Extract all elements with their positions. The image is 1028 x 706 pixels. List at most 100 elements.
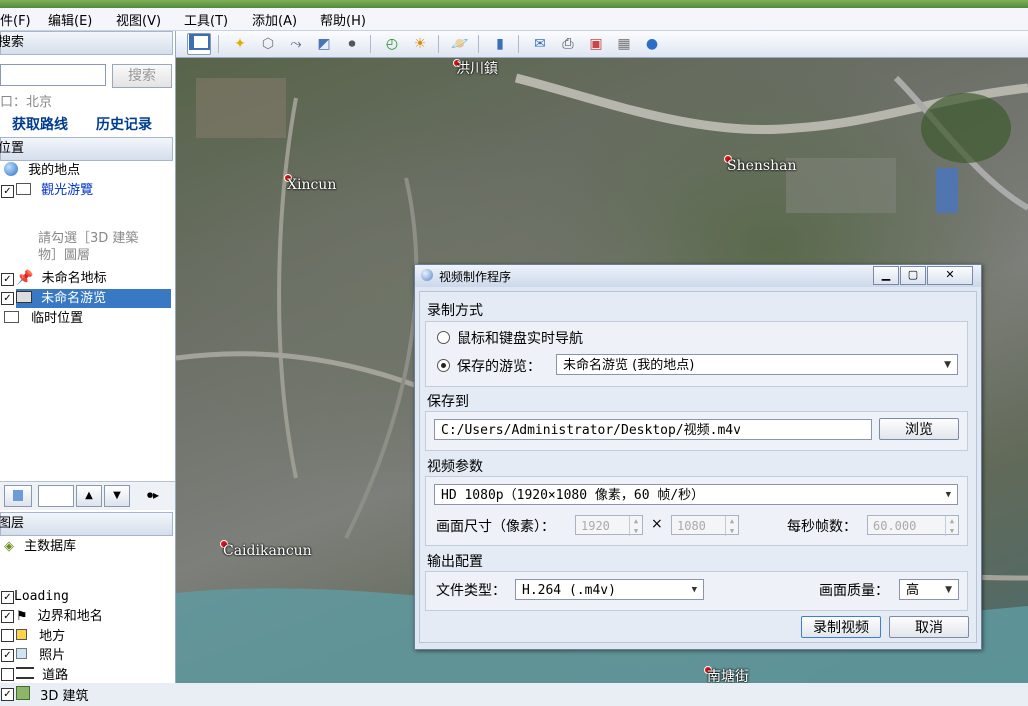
add-path-button[interactable]: ⤳ <box>284 33 308 55</box>
map-label-caidikancun[interactable]: Caidikancun <box>223 543 312 559</box>
tree-label: 觀光游覽 <box>41 183 94 198</box>
frame-width-input[interactable]: 1920 ▲ ▼ <box>575 515 643 536</box>
get-route-tab[interactable]: 获取路线 <box>12 114 68 134</box>
fps-value: 60.000 <box>873 519 917 533</box>
layer-borders[interactable]: ⚑ 边界和地名 <box>16 607 103 626</box>
sidebar-icon <box>188 34 210 50</box>
checkbox-tour[interactable]: ✓ <box>1 292 14 305</box>
checkbox-buildings[interactable]: ✓ <box>1 688 14 701</box>
dialog-title-bar[interactable]: 视频制作程序 ▁ ▢ ✕ <box>415 265 981 287</box>
add-polygon-button[interactable]: ⬡ <box>256 33 280 55</box>
close-button[interactable]: ✕ <box>927 266 973 285</box>
checkbox-roads[interactable] <box>1 668 14 681</box>
map-view-button[interactable]: ▦ <box>612 33 636 55</box>
radio-saved-tour[interactable] <box>437 359 450 372</box>
times-sign: × <box>651 516 663 532</box>
save-path-input[interactable]: C:/Users/Administrator/Desktop/视频.m4v <box>434 419 872 440</box>
video-preset-select[interactable]: HD 1080p（1920×1080 像素，60 帧/秒） ▼ <box>434 484 958 505</box>
layers-panel-header[interactable]: 图层 <box>0 512 173 536</box>
play-tour-button[interactable]: ⏺▸ <box>138 485 168 505</box>
record-video-button[interactable]: 录制视频 <box>801 616 881 638</box>
folder-icon <box>4 311 19 323</box>
minimize-button[interactable]: ▁ <box>873 266 899 285</box>
tree-label: 临时位置 <box>31 311 84 326</box>
record-tour-button[interactable]: ⏺ <box>340 33 364 55</box>
move-down-button[interactable]: ▼ <box>104 485 130 507</box>
layer-loading[interactable]: Loading <box>14 587 69 606</box>
radio-live-navigation[interactable] <box>437 331 450 344</box>
menu-view[interactable]: 视图(V) <box>116 10 161 29</box>
frame-height-input[interactable]: 1080 ▲ ▼ <box>671 515 739 536</box>
tree-my-places[interactable]: 我的地点 <box>4 161 80 180</box>
panel-toggle-button[interactable] <box>4 485 32 507</box>
menu-file[interactable]: 件(F) <box>0 10 31 29</box>
map-label-shenshan[interactable]: Shenshan <box>727 158 796 174</box>
frame-size-label: 画面尺寸（像素）： <box>436 519 555 535</box>
radio-live-label[interactable]: 鼠标和键盘实时导航 <box>457 328 583 348</box>
quality-select[interactable]: 高 ▼ <box>899 579 959 600</box>
map-label-nantangjie[interactable]: 南塘街 <box>707 666 749 683</box>
layer-photos[interactable]: 照片 <box>16 646 65 665</box>
file-type-label: 文件类型： <box>436 583 506 599</box>
toolbar-separator <box>370 35 371 53</box>
file-type-select[interactable]: H.264 (.m4v) ▼ <box>515 579 704 600</box>
cancel-button[interactable]: 取消 <box>889 616 969 638</box>
fps-input[interactable]: 60.000 ▲ ▼ <box>867 515 959 536</box>
radio-saved-label[interactable]: 保存的游览： <box>457 356 541 376</box>
saved-tour-select[interactable]: 未命名游览 (我的地点) ▼ <box>556 354 958 375</box>
map-label-hongchuan[interactable]: 洪川鎮 <box>456 58 498 78</box>
search-input[interactable] <box>0 64 106 86</box>
checkbox-borders[interactable]: ✓ <box>1 610 14 623</box>
move-up-button[interactable]: ▲ <box>76 485 102 507</box>
historical-imagery-button[interactable]: ◴ <box>380 33 404 55</box>
fps-label: 每秒帧数： <box>787 519 857 535</box>
checkbox-sightseeing[interactable]: ✓ <box>1 185 14 198</box>
tour-play-icon: ⏺▸ <box>146 488 160 502</box>
menu-add[interactable]: 添加(A) <box>252 10 297 29</box>
layer-places[interactable]: 地方 <box>16 627 65 646</box>
save-image-button[interactable]: ▣ <box>584 33 608 55</box>
email-button[interactable]: ✉ <box>528 33 552 55</box>
switch-planet-button[interactable]: 🪐 <box>448 33 472 55</box>
tree-unnamed-placemark[interactable]: 📌 未命名地标 <box>16 269 107 288</box>
clock-icon: ◴ <box>385 36 399 52</box>
globe-icon <box>4 162 18 176</box>
browse-button[interactable]: 浏览 <box>879 418 959 440</box>
layer-primary-db[interactable]: ◈ 主数据库 <box>4 537 76 556</box>
search-button[interactable]: 搜索 <box>112 64 172 88</box>
places-filter-field[interactable] <box>38 485 74 507</box>
history-tab[interactable]: 历史记录 <box>96 114 152 134</box>
building-icon <box>16 686 30 700</box>
save-path-value: C:/Users/Administrator/Desktop/视频.m4v <box>441 423 741 438</box>
tree-label: 主数据库 <box>24 539 77 554</box>
menu-help[interactable]: 帮助(H) <box>320 10 366 29</box>
dialog-title: 视频制作程序 <box>439 270 512 284</box>
add-placemark-button[interactable]: ✦ <box>228 33 252 55</box>
google-maps-button[interactable]: ● <box>640 33 664 55</box>
ruler-button[interactable]: ▮ <box>488 33 512 55</box>
tree-temp-places[interactable]: 临时位置 <box>4 309 83 328</box>
layer-3d-buildings[interactable]: 3D 建筑 <box>16 686 89 705</box>
tree-label: 照片 <box>39 648 66 663</box>
menu-bar: 件(F) 编辑(E) 视图(V) 工具(T) 添加(A) 帮助(H) <box>0 8 1028 31</box>
window-title-strip <box>0 0 1028 8</box>
tree-sightseeing[interactable]: 觀光游覽 <box>16 181 93 200</box>
menu-tools[interactable]: 工具(T) <box>184 10 228 29</box>
checkbox-placemark[interactable]: ✓ <box>1 273 14 286</box>
checkbox-loading[interactable]: ✓ <box>1 591 14 604</box>
add-overlay-button[interactable]: ◩ <box>312 33 336 55</box>
sunlight-button[interactable]: ☀ <box>408 33 432 55</box>
menu-edit[interactable]: 编辑(E) <box>48 10 92 29</box>
print-button[interactable]: ⎙ <box>556 33 580 55</box>
map-label-xincun[interactable]: Xincun <box>287 177 336 193</box>
layer-roads[interactable]: 道路 <box>16 666 68 685</box>
checkbox-places[interactable] <box>1 629 14 642</box>
maximize-button[interactable]: ▢ <box>900 266 926 285</box>
sidebar-toggle-button[interactable] <box>187 33 211 55</box>
places-panel-header[interactable]: 位置 <box>0 137 173 161</box>
places-toolbar: ▲ ▼ ⏺▸ <box>0 481 175 510</box>
checkbox-photos[interactable]: ✓ <box>1 649 14 662</box>
search-panel-header[interactable]: 搜索 <box>0 31 173 55</box>
tree-unnamed-tour[interactable]: 未命名游览 <box>16 289 171 308</box>
pushpin-icon: 📌 <box>16 270 34 286</box>
